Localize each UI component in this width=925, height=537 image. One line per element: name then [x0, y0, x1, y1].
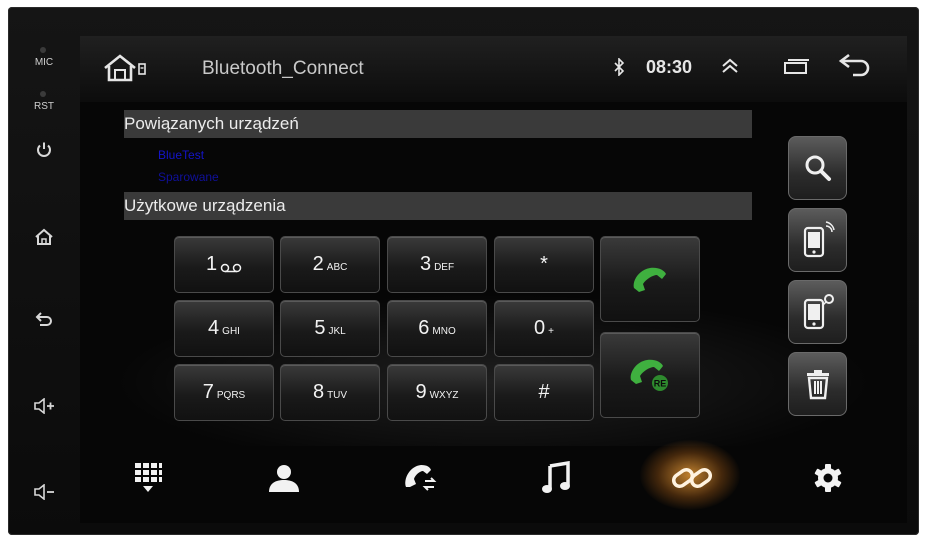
tab-bluetooth-link[interactable] — [662, 456, 722, 500]
call-log-icon — [405, 465, 437, 491]
chevron-up-icon — [722, 58, 738, 73]
hardware-side-panel: MIC RST — [8, 7, 80, 535]
redial-badge: RE — [654, 379, 667, 389]
mic-hole — [40, 47, 46, 53]
key-4[interactable]: 4 GHI — [174, 300, 274, 357]
key-star[interactable]: * — [494, 236, 594, 293]
music-icon — [542, 461, 570, 493]
key-digit: 3 — [419, 253, 432, 275]
paired-device-name[interactable]: BlueTest — [158, 148, 204, 162]
key-digit: 0 — [534, 317, 546, 339]
recent-apps-button[interactable] — [783, 58, 809, 79]
search-device-button[interactable] — [788, 136, 847, 200]
phone-discoverable-icon — [803, 221, 835, 258]
connect-device-button[interactable] — [788, 280, 847, 344]
mic-label: MIC — [34, 57, 54, 68]
search-icon — [805, 155, 831, 181]
key-letters: MNO — [432, 326, 456, 337]
key-0[interactable]: 0 + — [494, 300, 594, 357]
key-letters: WXYZ — [429, 390, 459, 401]
key-letters: ABC — [326, 262, 348, 273]
volume-down-button[interactable] — [26, 477, 62, 507]
rst-hole[interactable] — [40, 91, 46, 97]
tab-dialpad[interactable] — [118, 456, 178, 500]
key-digit: 6 — [418, 317, 430, 339]
tab-settings[interactable] — [798, 456, 858, 500]
key-3[interactable]: 3 DEF — [387, 236, 487, 293]
phone-connect-icon — [803, 294, 834, 330]
bluetooth-icon — [614, 57, 625, 77]
delete-device-button[interactable] — [788, 352, 847, 416]
key-8[interactable]: 8 TUV — [280, 364, 380, 421]
link-icon — [671, 467, 713, 489]
key-6[interactable]: 6 MNO — [387, 300, 487, 357]
key-9[interactable]: 9 WXYZ — [387, 364, 487, 421]
tab-music[interactable] — [526, 456, 586, 500]
head-unit-screen: Bluetooth_Connect 08:30 Powiązanych urzą… — [80, 36, 907, 523]
key-2[interactable]: 2 ABC — [280, 236, 380, 293]
back-button[interactable] — [26, 304, 62, 334]
key-digit: * — [540, 253, 548, 275]
key-letters: TUV — [327, 390, 348, 401]
dialpad-icon — [135, 463, 162, 492]
voicemail-icon — [220, 263, 242, 272]
trash-icon — [806, 370, 829, 400]
key-letters: DEF — [434, 262, 455, 273]
expand-button[interactable] — [720, 56, 740, 81]
paired-device-status: Sparowane — [158, 170, 219, 184]
system-back-button[interactable] — [837, 52, 873, 85]
discoverable-button[interactable] — [788, 208, 847, 272]
tab-call-log[interactable] — [390, 456, 450, 500]
app-title: Bluetooth_Connect — [202, 58, 364, 79]
recent-apps-icon — [784, 59, 809, 74]
redial-button[interactable]: RE — [600, 332, 700, 418]
home-icon — [104, 54, 146, 82]
status-bar: Bluetooth_Connect 08:30 — [80, 36, 907, 102]
available-devices-header: Użytkowe urządzenia — [124, 192, 752, 220]
rst-label: RST — [34, 101, 54, 112]
back-icon — [838, 53, 870, 77]
call-button[interactable] — [600, 236, 700, 322]
volume-up-icon — [34, 398, 54, 414]
key-5[interactable]: 5 JKL — [280, 300, 380, 357]
paired-devices-header: Powiązanych urządzeń — [124, 110, 752, 138]
key-digit: 2 — [312, 253, 324, 275]
power-icon — [37, 142, 51, 157]
bluetooth-status — [613, 57, 625, 81]
key-digit: 7 — [202, 381, 214, 403]
volume-down-icon — [34, 484, 54, 500]
key-digit: 9 — [415, 381, 427, 403]
key-digit: 8 — [312, 381, 325, 403]
home-button[interactable] — [26, 222, 62, 252]
contacts-icon — [269, 465, 299, 492]
tab-contacts[interactable] — [254, 456, 314, 500]
back-icon — [35, 312, 52, 326]
key-7[interactable]: 7 PQRS — [174, 364, 274, 421]
home-shortcut[interactable] — [102, 52, 148, 89]
clock: 08:30 — [646, 57, 693, 77]
key-digit: # — [538, 381, 550, 403]
key-hash[interactable]: # — [494, 364, 594, 421]
phone-call-icon — [633, 267, 666, 292]
key-digit: 5 — [314, 317, 326, 339]
key-letters: + — [548, 326, 554, 337]
home-icon — [35, 228, 53, 245]
key-1[interactable]: 1 — [174, 236, 274, 293]
key-digit: 4 — [208, 317, 220, 339]
key-letters: PQRS — [216, 390, 246, 401]
power-button[interactable] — [26, 135, 62, 165]
volume-up-button[interactable] — [26, 391, 62, 421]
key-letters: GHI — [222, 326, 240, 337]
key-digit: 1 — [205, 253, 218, 275]
phone-redial-icon: RE — [630, 359, 668, 391]
key-letters: JKL — [328, 326, 346, 337]
settings-icon — [814, 464, 842, 492]
